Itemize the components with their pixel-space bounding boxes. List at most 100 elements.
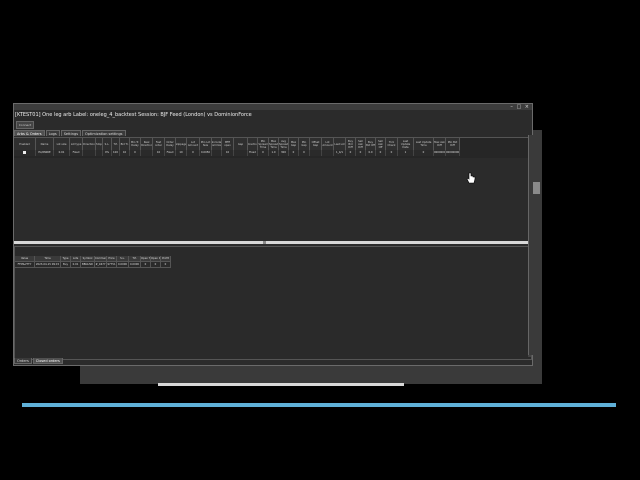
pane-splitter[interactable] <box>14 241 532 244</box>
column-header[interactable]: Lot type <box>70 138 83 150</box>
column-header[interactable]: Min Spread Time <box>258 138 269 150</box>
column-header[interactable]: Name <box>36 138 54 150</box>
title-bar: – □ × <box>14 104 532 110</box>
table-cell[interactable] <box>83 150 96 156</box>
arbs-grid: Enabled Name Lot size Lot type Direction Stop… <box>14 137 532 158</box>
column-header[interactable]: Last Update Time <box>414 138 434 150</box>
table-cell[interactable]: 000000000 <box>446 150 460 156</box>
table-cell: 0 <box>141 262 151 268</box>
main-window: – □ × [KTEST01] One leg arb Label: onele… <box>13 103 533 366</box>
table-cell[interactable] <box>96 150 103 156</box>
column-header[interactable]: T.P. <box>112 138 120 150</box>
table-cell[interactable]: 0 <box>356 150 366 156</box>
table-cell[interactable] <box>212 150 222 156</box>
table-cell[interactable] <box>141 150 153 156</box>
table-cell[interactable]: 0.0050 <box>200 150 212 156</box>
column-header[interactable]: Fast order <box>153 138 165 150</box>
table-cell: 2023-04-15 09:15 <box>35 262 61 268</box>
table-cell[interactable] <box>14 150 36 156</box>
table-cell[interactable]: 0 <box>376 150 386 156</box>
table-cell: 0.0000 <box>129 262 141 268</box>
background-highlight-bar <box>158 383 404 386</box>
table-cell[interactable]: 0 <box>130 150 141 156</box>
column-header[interactable]: MFE open <box>222 138 234 150</box>
table-cell[interactable]: EA/NWRE <box>36 150 54 156</box>
table-row[interactable]: EA/NWRE 0.01 Fixed 0% 100 10 0 10 Fixed 10 0 0.0050… <box>14 150 460 156</box>
tab-logs[interactable]: Logs <box>45 130 60 136</box>
table-cell: 97751 <box>107 262 117 268</box>
column-header[interactable]: Include Commiss. <box>212 138 222 150</box>
column-header[interactable]: Lot Amount <box>187 138 200 150</box>
column-header[interactable]: Sell Ask Diff <box>356 138 366 150</box>
table-cell[interactable] <box>310 150 322 156</box>
column-header[interactable]: Min Lot Size <box>200 138 212 150</box>
column-header[interactable]: Stop <box>96 138 103 150</box>
table-cell[interactable]: 0 <box>346 150 356 156</box>
table-cell[interactable]: 10 <box>222 150 234 156</box>
table-cell[interactable]: 1_4/1 <box>334 150 346 156</box>
column-header[interactable]: Real Direction <box>141 138 153 150</box>
tab-settings[interactable]: Settings <box>60 130 82 136</box>
orders-pane: Value Time Type Lots Symbol Comment Price S.L. T… <box>14 246 532 360</box>
table-cell[interactable]: 10 <box>153 150 165 156</box>
table-cell[interactable]: 10 <box>176 150 187 156</box>
table-cell[interactable]: Fixed <box>248 150 258 156</box>
column-header[interactable]: Direction <box>83 138 96 150</box>
column-header[interactable]: Order Delay <box>165 138 176 150</box>
column-header[interactable]: Gap <box>234 138 248 150</box>
tab-closed-orders[interactable]: Closed orders <box>32 358 63 364</box>
tab-arbs-orders[interactable]: Arbs & Orders <box>14 130 45 136</box>
column-header[interactable]: S.L. <box>103 138 112 150</box>
column-header[interactable]: Last Update Date <box>398 138 414 150</box>
background-window-scroll <box>532 182 540 194</box>
table-cell[interactable]: 300 <box>279 150 289 156</box>
column-header[interactable]: Direction <box>248 138 258 150</box>
splitter-handle[interactable] <box>263 241 266 244</box>
table-cell[interactable]: 0.01 <box>54 150 70 156</box>
table-cell[interactable]: 0 <box>386 150 398 156</box>
column-header[interactable]: Max Ask Diff <box>434 138 446 150</box>
table-cell[interactable]: 0.0 <box>366 150 376 156</box>
column-header[interactable]: Buy Bid Diff <box>346 138 356 150</box>
table-cell[interactable] <box>234 150 248 156</box>
table-cell[interactable]: 0 <box>414 150 434 156</box>
tab-optimization-settings[interactable]: Optimization settings <box>82 130 126 136</box>
table-cell[interactable]: 0 <box>187 150 200 156</box>
column-header[interactable]: Enabled <box>14 138 36 150</box>
table-cell[interactable]: 0% <box>103 150 112 156</box>
table-cell[interactable]: 1 <box>398 150 414 156</box>
column-header[interactable]: Slippage <box>176 138 187 150</box>
column-header[interactable]: Max Gap <box>289 138 299 150</box>
window-controls[interactable]: – □ × <box>510 104 530 110</box>
table-cell[interactable]: 1.0 <box>269 150 279 156</box>
window-scrollbar[interactable] <box>528 135 533 355</box>
table-cell[interactable]: 10 <box>120 150 130 156</box>
column-header[interactable]: Min Bid Diff <box>446 138 460 150</box>
table-cell[interactable]: Fixed <box>70 150 83 156</box>
column-header[interactable]: Offset Gap <box>310 138 322 150</box>
tab-orders[interactable]: Orders <box>14 358 32 364</box>
column-header[interactable]: Sell Ask Off <box>376 138 386 150</box>
column-header[interactable]: Tick Check <box>386 138 398 150</box>
connect-button[interactable]: Connect <box>16 121 34 129</box>
column-header[interactable]: Min Tr. Delay <box>130 138 141 150</box>
column-header[interactable]: Avg Spread Time <box>279 138 289 150</box>
column-header[interactable]: Max Spread Time <box>269 138 279 150</box>
table-cell: 0 <box>161 262 171 268</box>
column-header[interactable]: Buy Bid Off <box>366 138 376 150</box>
column-header[interactable]: Bid Tr. <box>120 138 130 150</box>
table-cell[interactable]: 0000000000 <box>434 150 446 156</box>
column-header[interactable]: Last Lot <box>334 138 346 150</box>
column-header[interactable]: Lot size <box>54 138 70 150</box>
column-header[interactable]: Min Gap <box>299 138 310 150</box>
table-cell[interactable]: Fixed <box>165 150 176 156</box>
table-cell[interactable]: 0 <box>258 150 269 156</box>
table-cell[interactable]: 0 <box>289 150 299 156</box>
table-row[interactable]: FFM&VTTY 2023-04-15 09:15 Buy 0.01 BBGUSD #_4… <box>15 262 171 268</box>
table-cell[interactable]: 0 <box>299 150 310 156</box>
table-cell[interactable] <box>322 150 334 156</box>
table-cell[interactable]: 100 <box>112 150 120 156</box>
column-header[interactable]: Lot Amount <box>322 138 334 150</box>
enabled-checkbox[interactable] <box>23 150 26 154</box>
closed-orders-table: Value Time Type Lots Symbol Comment Price S.L. T… <box>15 256 171 268</box>
